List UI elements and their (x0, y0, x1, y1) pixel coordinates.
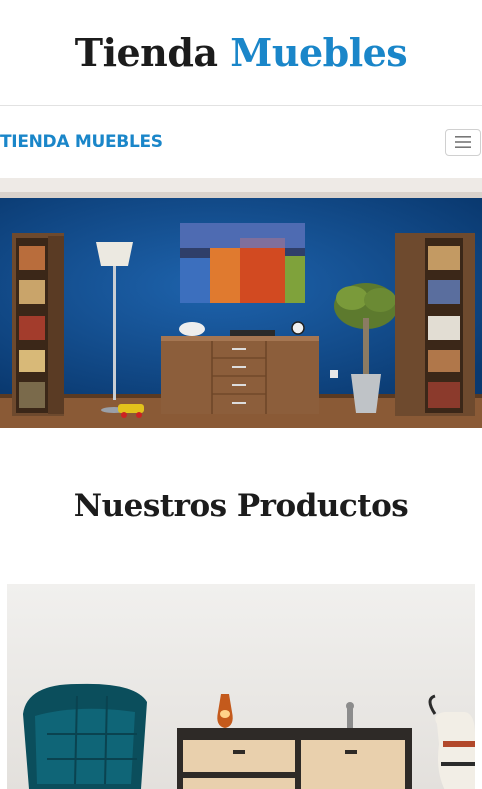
section-title-products: Nuestros Productos (73, 488, 409, 524)
site-title-part2: Muebles (230, 30, 408, 75)
site-header: Tienda Muebles (0, 0, 482, 106)
hamburger-menu-icon (455, 136, 471, 148)
product-card[interactable] (7, 584, 475, 789)
product-image (7, 584, 475, 789)
hero-image (0, 178, 482, 428)
site-title: Tienda Muebles (74, 30, 408, 75)
site-title-part1: Tienda (74, 30, 218, 75)
navbar-toggler-button[interactable] (445, 128, 481, 156)
navbar: TIENDA MUEBLES (0, 106, 482, 178)
navbar-brand-link[interactable]: TIENDA MUEBLES (0, 132, 163, 152)
